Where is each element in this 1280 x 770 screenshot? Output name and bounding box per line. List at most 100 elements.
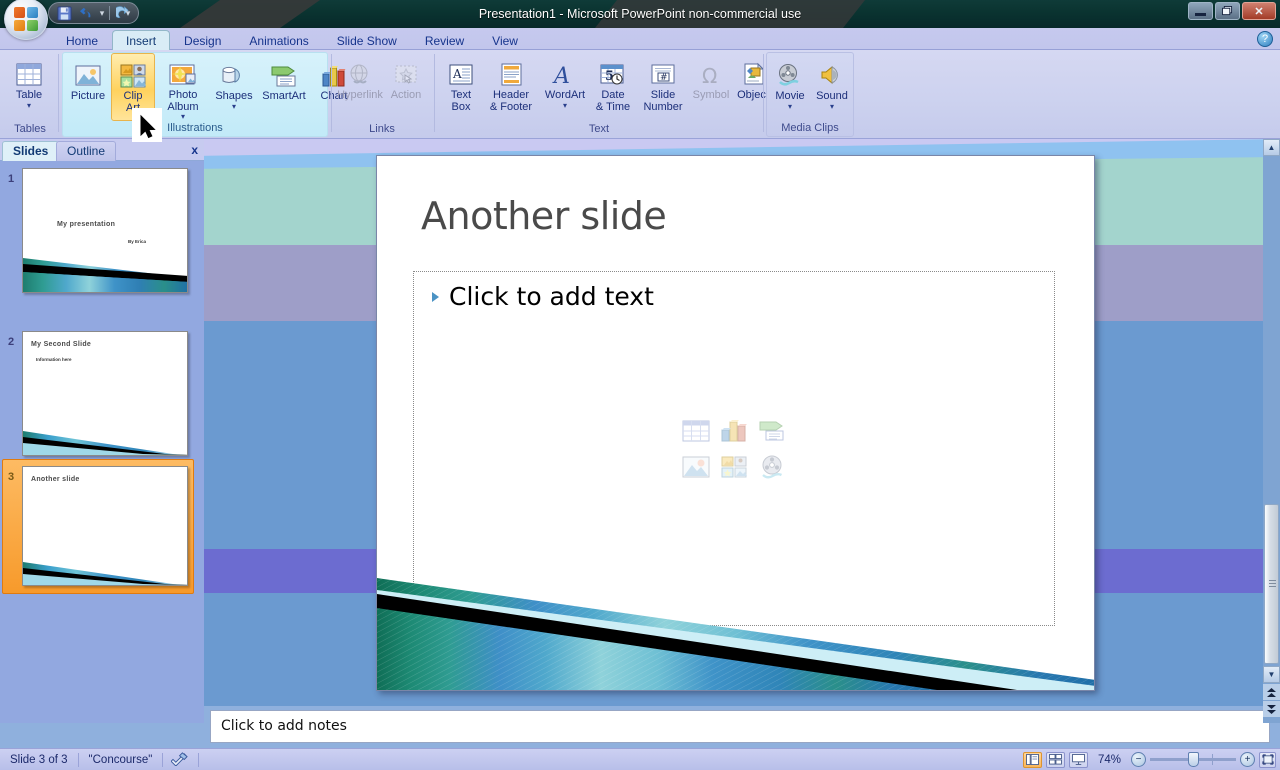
thumbnail-row-1[interactable]: 1 My presentation By Erica xyxy=(0,168,198,293)
close-button[interactable]: ✕ xyxy=(1242,2,1276,20)
office-button[interactable] xyxy=(4,0,48,40)
help-icon[interactable]: ? xyxy=(1257,31,1273,47)
hyperlink-icon xyxy=(346,56,374,88)
minimize-button[interactable] xyxy=(1188,2,1213,20)
zoom-in-button[interactable]: + xyxy=(1240,752,1255,767)
tab-design[interactable]: Design xyxy=(170,30,235,50)
table-caret-icon[interactable]: ▾ xyxy=(27,101,31,109)
notes-pane[interactable]: Click to add notes xyxy=(210,710,1270,743)
tab-view[interactable]: View xyxy=(478,30,532,50)
wordart-icon: A xyxy=(551,56,579,88)
next-slide-button[interactable] xyxy=(1263,701,1280,717)
header-footer-button[interactable]: Header & Footer xyxy=(482,52,540,120)
action-button[interactable]: Action xyxy=(384,52,428,120)
thumbnail-1-subtitle: By Erica xyxy=(128,239,147,244)
insert-smartart-icon[interactable] xyxy=(754,414,790,448)
vertical-scrollbar[interactable]: ▲ ▼ xyxy=(1263,139,1280,723)
sound-caret-icon[interactable]: ▾ xyxy=(830,102,834,110)
status-separator-3 xyxy=(198,752,200,767)
photo-album-caret-icon[interactable]: ▾ xyxy=(181,113,185,121)
insert-media-icon[interactable] xyxy=(754,450,790,484)
shapes-button[interactable]: Shapes ▾ xyxy=(211,53,257,121)
save-icon[interactable] xyxy=(53,4,75,22)
movie-button[interactable]: Movie ▾ xyxy=(769,53,811,121)
insert-clipart-icon[interactable] xyxy=(716,450,752,484)
insert-table-icon[interactable] xyxy=(678,414,714,448)
table-icon xyxy=(15,56,43,88)
hyperlink-button[interactable]: Hyperlink xyxy=(336,52,384,120)
slide-title[interactable]: Another slide xyxy=(421,194,667,238)
thumbnail-3[interactable]: Another slide xyxy=(22,466,188,586)
zoom-slider-track[interactable] xyxy=(1150,752,1236,767)
thumbnail-row-2[interactable]: 2 My Second Slide Information here xyxy=(0,331,198,456)
close-panel-icon[interactable]: x xyxy=(191,143,198,157)
movie-caret-icon[interactable]: ▾ xyxy=(788,102,792,110)
text-box-button[interactable]: A Text Box xyxy=(440,52,482,120)
date-time-button[interactable]: 5 Date & Time xyxy=(590,52,636,120)
zoom-slider-tick xyxy=(1212,754,1213,765)
undo-dropdown-icon[interactable]: ▾ xyxy=(97,4,107,22)
fit-slide-button[interactable] xyxy=(1259,751,1276,768)
table-button[interactable]: Table ▾ xyxy=(6,52,52,120)
tab-review[interactable]: Review xyxy=(411,30,478,50)
slide-number-button[interactable]: # Slide Number xyxy=(636,52,690,120)
photo-album-icon xyxy=(168,57,198,88)
shapes-caret-icon[interactable]: ▾ xyxy=(232,102,236,110)
table-button-label: Table xyxy=(15,89,43,101)
symbol-button[interactable]: Ω Symbol xyxy=(690,52,732,120)
ribbon-group-media-clips: Movie ▾ Sound ▾ Media Clips xyxy=(766,52,854,137)
theme-name[interactable]: "Concourse" xyxy=(79,751,163,769)
zoom-level[interactable]: 74% xyxy=(1092,751,1127,769)
undo-icon[interactable] xyxy=(75,4,97,22)
insert-chart-icon[interactable] xyxy=(716,414,752,448)
slide-canvas[interactable]: Another slide Click to add text xyxy=(376,155,1095,691)
thumbnail-number-3: 3 xyxy=(7,471,15,483)
thumbnail-2-theme-graphic xyxy=(23,425,187,455)
sound-button[interactable]: Sound ▾ xyxy=(811,53,853,121)
slide-show-button[interactable] xyxy=(1068,751,1088,768)
ribbon-content: Table ▾ Tables Picture Clip Art Photo Al… xyxy=(0,50,1280,139)
tab-insert[interactable]: Insert xyxy=(112,30,171,50)
photo-album-button[interactable]: Photo Album ▾ xyxy=(155,53,211,121)
thumbnail-1[interactable]: My presentation By Erica xyxy=(22,168,188,293)
status-bar: Slide 3 of 3 "Concourse" 74% − + xyxy=(0,748,1280,770)
smartart-button[interactable]: SmartArt xyxy=(257,53,311,121)
group-items-media: Movie ▾ Sound ▾ xyxy=(769,53,853,121)
header-footer-icon xyxy=(497,56,525,88)
scrollbar-thumb[interactable] xyxy=(1264,504,1279,664)
thumbnail-row-3[interactable]: 3 Another slide xyxy=(0,466,198,586)
wordart-button[interactable]: A WordArt ▾ xyxy=(540,52,590,120)
wordart-caret-icon[interactable]: ▾ xyxy=(563,101,567,109)
scroll-down-button[interactable]: ▼ xyxy=(1263,666,1280,683)
normal-view-button[interactable] xyxy=(1022,751,1042,768)
zoom-slider-handle[interactable] xyxy=(1188,752,1199,767)
restore-button[interactable] xyxy=(1215,2,1240,20)
spellcheck-icon[interactable] xyxy=(163,751,198,769)
group-items-text: A Text Box Header & Footer A WordArt ▾ 5… xyxy=(440,52,774,120)
customize-qat-icon[interactable]: ▾ xyxy=(120,4,136,22)
scroll-up-button[interactable]: ▲ xyxy=(1263,139,1280,156)
tab-outline[interactable]: Outline xyxy=(56,141,117,161)
group-label-links: Links xyxy=(369,123,395,135)
previous-slide-button[interactable] xyxy=(1263,684,1280,700)
content-placeholder-text: Click to add text xyxy=(449,282,654,311)
content-placeholder-prompt: Click to add text xyxy=(432,282,654,311)
tab-animations[interactable]: Animations xyxy=(235,30,322,50)
picture-button[interactable]: Picture xyxy=(65,53,111,121)
window-controls: ✕ xyxy=(1188,2,1276,20)
hyperlink-button-label: Hyperlink xyxy=(337,89,383,101)
insert-picture-icon[interactable] xyxy=(678,450,714,484)
clip-art-button[interactable]: Clip Art xyxy=(111,53,155,121)
tab-slides[interactable]: Slides xyxy=(2,141,60,161)
tab-slide-show[interactable]: Slide Show xyxy=(323,30,411,50)
slide-counter: Slide 3 of 3 xyxy=(10,753,68,766)
photo-album-button-label: Photo Album xyxy=(167,89,199,113)
header-footer-button-label: Header & Footer xyxy=(489,89,533,113)
tab-home[interactable]: Home xyxy=(52,30,112,50)
date-time-icon: 5 xyxy=(598,56,628,88)
slide-sorter-button[interactable] xyxy=(1045,751,1065,768)
zoom-out-button[interactable]: − xyxy=(1131,752,1146,767)
thumbnail-2[interactable]: My Second Slide Information here xyxy=(22,331,188,456)
slides-thumbnail-list[interactable]: 1 My presentation By Erica 2 My Second S… xyxy=(0,161,204,723)
symbol-icon: Ω xyxy=(697,56,725,88)
